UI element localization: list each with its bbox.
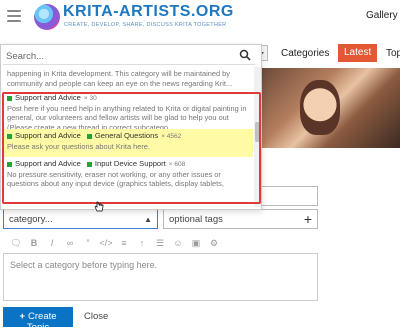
category-description-partial: happening in Krita development. This cat… (7, 69, 233, 88)
category-color-swatch (7, 161, 12, 167)
plus-icon: + (19, 311, 26, 322)
category-color-swatch (7, 95, 12, 101)
category-name: Support and Advice (15, 93, 81, 102)
site-logo-title[interactable]: KRITA-ARTISTS.ORG (63, 3, 234, 21)
subcategory-name: Input Device Support (94, 159, 166, 168)
tags-input[interactable]: optional tags + (163, 209, 318, 229)
close-composer-link[interactable]: Close (84, 311, 108, 322)
scrollbar-thumb[interactable] (255, 122, 260, 142)
topic-body-editor[interactable]: Select a category before typing here. (3, 253, 318, 301)
category-option[interactable]: Support and Advice × 30 Post here if you … (3, 91, 253, 129)
caret-up-icon: ▲ (144, 215, 152, 224)
category-name: Support and Advice (15, 159, 81, 168)
category-results-list: happening in Krita development. This cat… (3, 67, 253, 207)
category-search-input[interactable] (6, 49, 226, 63)
editor-toolbar: 🗨 B I ∞ ” </> ≡ ↑ ☰ ☺ ▣ ⚙ (3, 234, 318, 252)
topic-count: × 30 (83, 95, 97, 102)
bullet-list-icon[interactable]: ≡ (115, 238, 133, 248)
category-select[interactable]: category... ▲ (3, 209, 158, 229)
italic-icon[interactable]: I (43, 238, 61, 248)
subcategory-color-swatch (86, 133, 92, 139)
tab-categories[interactable]: Categories (281, 48, 329, 59)
category-option-highlighted[interactable]: Support and Advice General Questions × 456… (3, 129, 253, 157)
upload-icon[interactable]: ↑ (133, 238, 151, 248)
tab-latest[interactable]: Latest (338, 44, 378, 62)
topic-count: × 608 (168, 161, 186, 168)
date-icon[interactable]: ▣ (187, 238, 205, 249)
subcategory-color-swatch (86, 161, 92, 167)
blockquote-icon[interactable]: ” (79, 238, 97, 248)
category-name: Support and Advice (15, 131, 81, 140)
tab-top[interactable]: Top (386, 48, 400, 59)
bold-icon[interactable]: B (25, 238, 43, 248)
tags-placeholder: optional tags (169, 214, 223, 225)
site-logo-tagline: CREATE, DEVELOP, SHARE, DISCUSS KRITA TO… (64, 22, 227, 28)
create-topic-button[interactable]: + Create Topic (3, 307, 73, 329)
category-option[interactable]: Support and Advice Input Device Support × … (3, 157, 253, 195)
search-icon[interactable] (239, 49, 251, 61)
results-scrollbar[interactable] (254, 67, 261, 207)
create-topic-label: Create Topic (26, 311, 57, 329)
page: KRITA-ARTISTS.ORG CREATE, DEVELOP, SHARE… (0, 0, 400, 329)
artwork-portrait-figure (300, 80, 340, 135)
add-tag-icon[interactable]: + (304, 211, 312, 227)
code-icon[interactable]: </> (97, 238, 115, 248)
krita-logo-icon[interactable] (34, 4, 60, 30)
gallery-link[interactable]: Gallery (366, 10, 398, 21)
category-search-box[interactable] (3, 47, 255, 65)
gear-icon[interactable]: ⚙ (205, 238, 223, 249)
site-header: KRITA-ARTISTS.ORG CREATE, DEVELOP, SHARE… (0, 0, 400, 36)
link-icon[interactable]: ∞ (61, 238, 79, 248)
hamburger-menu-icon[interactable] (7, 10, 21, 22)
numbered-list-icon[interactable]: ☰ (151, 238, 169, 249)
category-search-dropdown: happening in Krita development. This cat… (0, 44, 262, 210)
emoji-icon[interactable]: ☺ (169, 238, 187, 248)
category-description: Post here if you need help in anything r… (7, 103, 247, 130)
subcategory-name: General Questions (94, 131, 159, 140)
category-description: No pressure sensitivity, eraser not work… (7, 169, 224, 189)
topic-count: × 4562 (161, 133, 182, 140)
category-color-swatch (7, 133, 12, 139)
hand-cursor-icon (94, 201, 104, 212)
category-description: Please ask your questions about Krita he… (7, 141, 150, 151)
category-select-value: category... (9, 214, 53, 225)
editor-placeholder: Select a category before typing here. (10, 260, 158, 270)
quote-icon[interactable]: 🗨 (7, 238, 25, 249)
